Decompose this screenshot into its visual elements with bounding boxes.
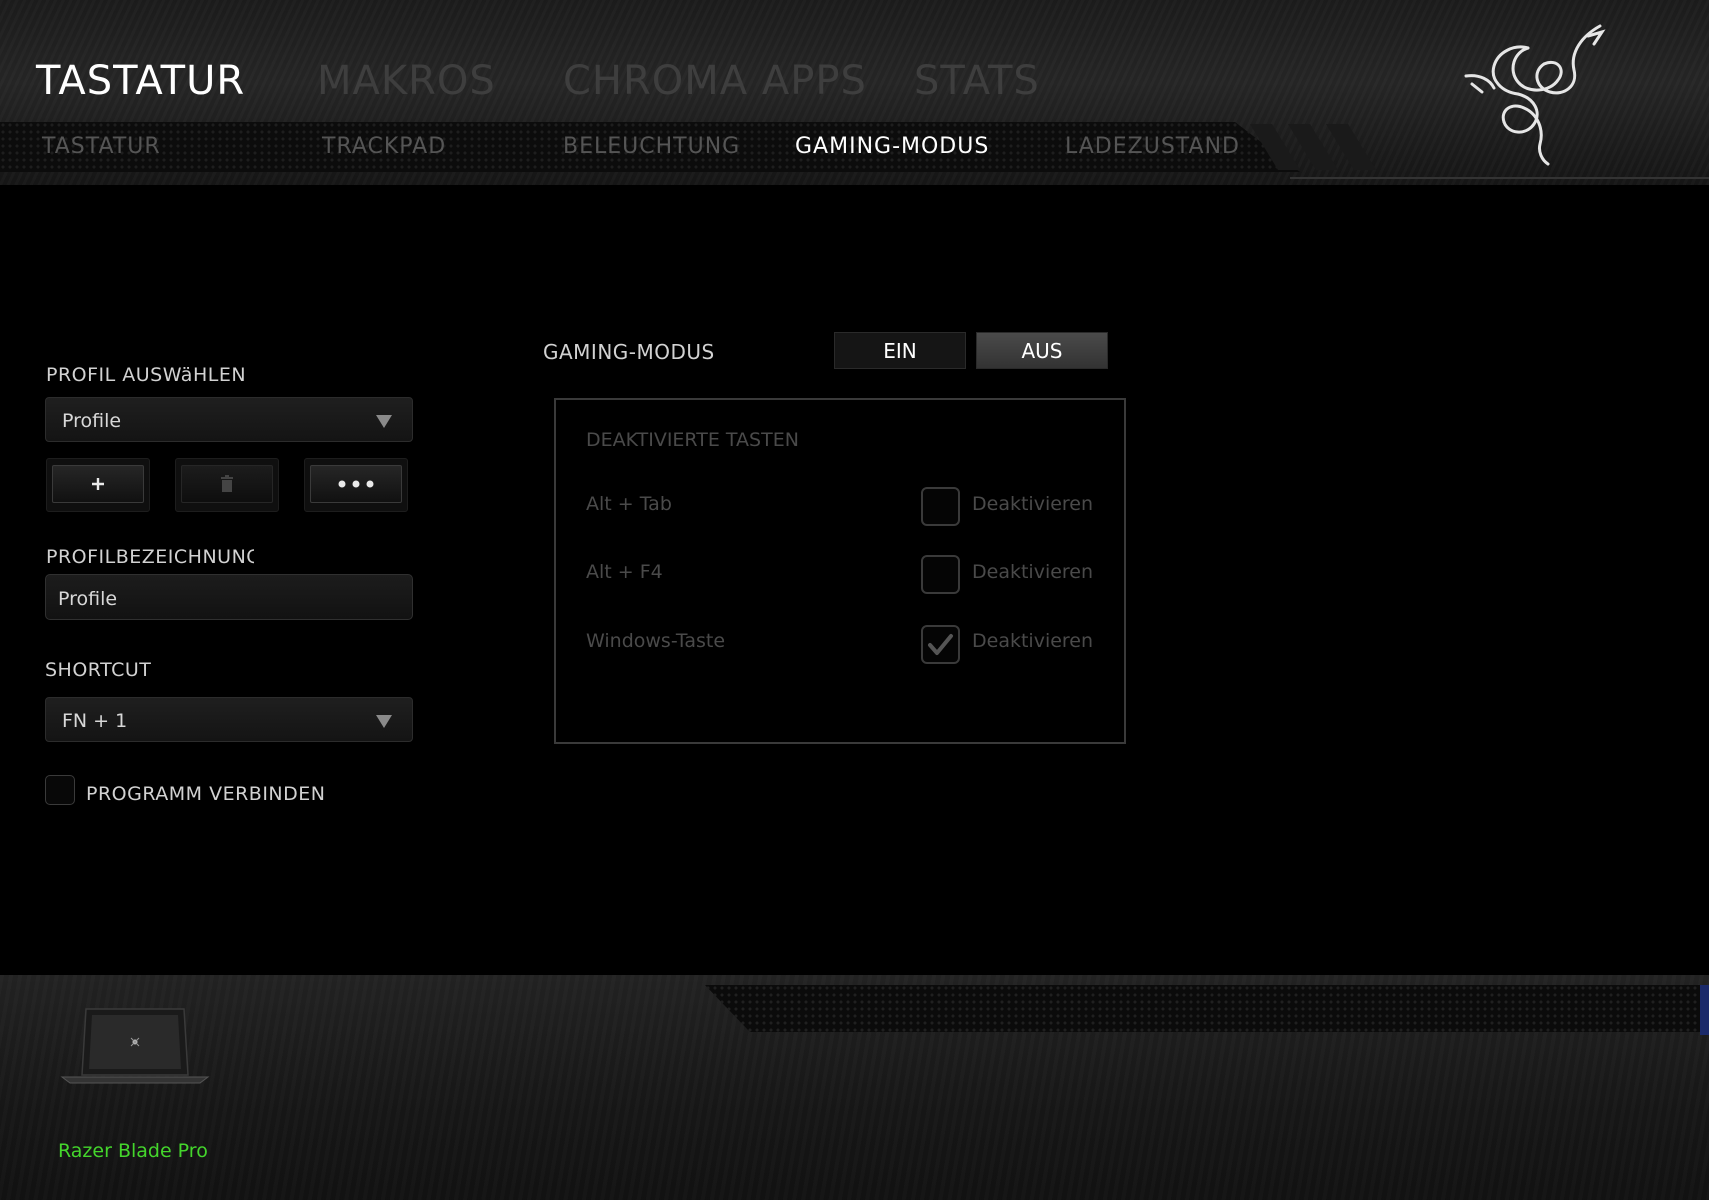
disable-windows-key-checkbox[interactable] [921, 625, 960, 664]
sub-tab-gaming-modus[interactable]: GAMING-MODUS [795, 134, 989, 159]
key-name-alt-f4: Alt + F4 [586, 561, 663, 583]
delete-profile-slot [175, 458, 279, 512]
main-tab-chroma-apps[interactable]: CHROMA APPS [563, 58, 867, 104]
gaming-mode-on-button[interactable]: EIN [834, 332, 966, 369]
link-program-checkbox[interactable] [45, 775, 75, 805]
add-profile-button[interactable] [52, 465, 144, 503]
profile-name-label: PROFILBEZEICHNUNG [46, 546, 254, 568]
checkmark-icon [928, 634, 953, 655]
disable-alt-tab-label: Deaktivieren [972, 493, 1094, 515]
sub-tab-tastatur[interactable]: TASTATUR [42, 134, 161, 159]
main-tab-makros[interactable]: MAKROS [317, 58, 496, 104]
razer-logo [1464, 24, 1606, 166]
shortcut-label: SHORTCUT [45, 659, 152, 681]
add-profile-slot [46, 458, 150, 512]
sub-tab-beleuchtung[interactable]: BELEUCHTUNG [563, 134, 740, 159]
shortcut-dropdown-value: FN + 1 [62, 710, 128, 732]
key-name-alt-tab: Alt + Tab [586, 493, 672, 515]
ellipsis-icon [338, 480, 374, 488]
trash-icon [221, 475, 233, 492]
gaming-mode-off-button[interactable]: AUS [976, 332, 1108, 369]
key-name-windows: Windows-Taste [586, 630, 726, 652]
header-divider [1290, 177, 1709, 179]
sub-tab-trackpad[interactable]: TRACKPAD [322, 134, 446, 159]
laptop-icon[interactable] [60, 1005, 210, 1087]
gaming-mode-label: GAMING-MODUS [543, 340, 715, 364]
profile-dropdown[interactable]: Profile [45, 397, 413, 442]
more-options-button[interactable] [310, 465, 402, 503]
link-program-label: PROGRAMM VERBINDEN [86, 783, 326, 805]
chevron-down-icon [376, 715, 392, 728]
decorative-stripes [1250, 124, 1376, 170]
disabled-keys-title: DEAKTIVIERTE TASTEN [586, 429, 799, 451]
plus-icon [92, 478, 104, 490]
footer-strip [705, 985, 1700, 1032]
device-name[interactable]: Razer Blade Pro [58, 1140, 208, 1162]
sub-tab-ladezustand[interactable]: LADEZUSTAND [1065, 134, 1240, 159]
profile-name-input[interactable]: Profile [45, 574, 413, 620]
profile-select-label: PROFIL AUSWäHLEN [46, 364, 247, 386]
main-tab-tastatur[interactable]: TASTATUR [36, 58, 245, 104]
disable-alt-f4-checkbox[interactable] [921, 555, 960, 594]
profile-dropdown-value: Profile [62, 410, 122, 432]
disable-windows-key-label: Deaktivieren [972, 630, 1094, 652]
more-options-slot [304, 458, 408, 512]
footer-accent [1700, 985, 1709, 1035]
shortcut-dropdown[interactable]: FN + 1 [45, 697, 413, 742]
delete-profile-button[interactable] [181, 465, 273, 503]
disable-alt-f4-label: Deaktivieren [972, 561, 1094, 583]
chevron-down-icon [376, 415, 392, 428]
disable-alt-tab-checkbox[interactable] [921, 487, 960, 526]
main-tab-stats[interactable]: STATS [914, 58, 1040, 104]
